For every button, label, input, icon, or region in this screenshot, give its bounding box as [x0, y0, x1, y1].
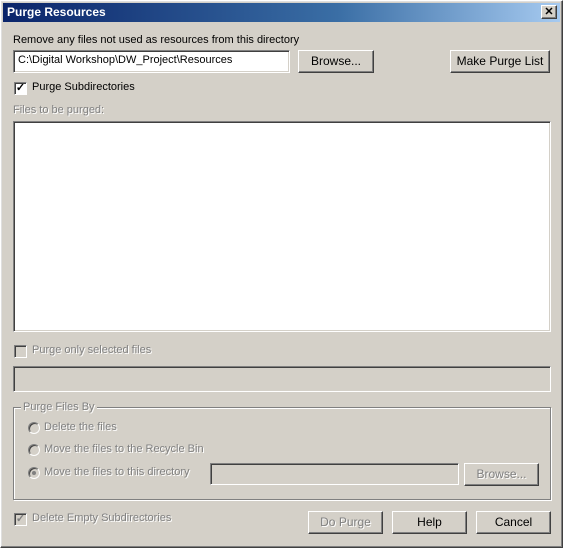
- purge-subdirectories-label: Purge Subdirectories: [32, 81, 135, 93]
- files-list[interactable]: [13, 121, 551, 332]
- selected-files-field[interactable]: [13, 366, 551, 392]
- purge-only-selected-label: Purge only selected files: [32, 344, 152, 356]
- directory-input-value: C:\Digital Workshop\DW_Project\Resources: [18, 54, 233, 66]
- directory-label: Remove any files not used as resources f…: [13, 34, 300, 46]
- window-title: Purge Resources: [7, 5, 106, 19]
- delete-empty-subdirectories-label: Delete Empty Subdirectories: [32, 512, 172, 524]
- title-bar[interactable]: Purge Resources ✕: [3, 3, 560, 22]
- radio-delete-files[interactable]: [28, 422, 40, 434]
- checkmark-icon: ✓: [15, 513, 26, 525]
- checkmark-icon: ✓: [15, 82, 26, 94]
- radio-recycle-bin[interactable]: [28, 444, 40, 456]
- browse-button[interactable]: Browse...: [298, 50, 374, 73]
- radio-selected-dot: [32, 471, 36, 475]
- browse-button-label: Browse...: [310, 54, 361, 68]
- close-button[interactable]: ✕: [541, 5, 557, 19]
- cancel-button[interactable]: Cancel: [476, 511, 551, 534]
- files-to-purge-label: Files to be purged:: [13, 104, 105, 116]
- close-icon: ✕: [544, 6, 554, 18]
- radio-move-to-directory-label: Move the files to this directory: [44, 466, 190, 478]
- help-button[interactable]: Help: [392, 511, 467, 534]
- purge-resources-dialog: Purge Resources ✕ Remove any files not u…: [0, 0, 563, 548]
- target-browse-button[interactable]: Browse...: [464, 463, 539, 486]
- directory-input[interactable]: C:\Digital Workshop\DW_Project\Resources: [13, 50, 290, 73]
- radio-move-to-directory[interactable]: [28, 467, 40, 479]
- delete-empty-subdirectories-checkbox[interactable]: ✓: [14, 513, 27, 526]
- cancel-label: Cancel: [494, 515, 533, 529]
- do-purge-label: Do Purge: [320, 515, 371, 529]
- purge-only-selected-checkbox[interactable]: [14, 345, 27, 358]
- purge-subdirectories-checkbox[interactable]: ✓: [14, 82, 27, 95]
- do-purge-button[interactable]: Do Purge: [308, 511, 383, 534]
- radio-delete-files-label: Delete the files: [44, 421, 117, 433]
- radio-recycle-bin-label: Move the files to the Recycle Bin: [44, 443, 204, 455]
- target-browse-label: Browse...: [476, 467, 527, 481]
- help-label: Help: [417, 515, 442, 529]
- make-purge-list-button[interactable]: Make Purge List: [450, 50, 550, 73]
- target-directory-input[interactable]: [210, 463, 459, 485]
- purge-files-by-legend: Purge Files By: [21, 401, 97, 413]
- make-purge-list-label: Make Purge List: [456, 54, 544, 68]
